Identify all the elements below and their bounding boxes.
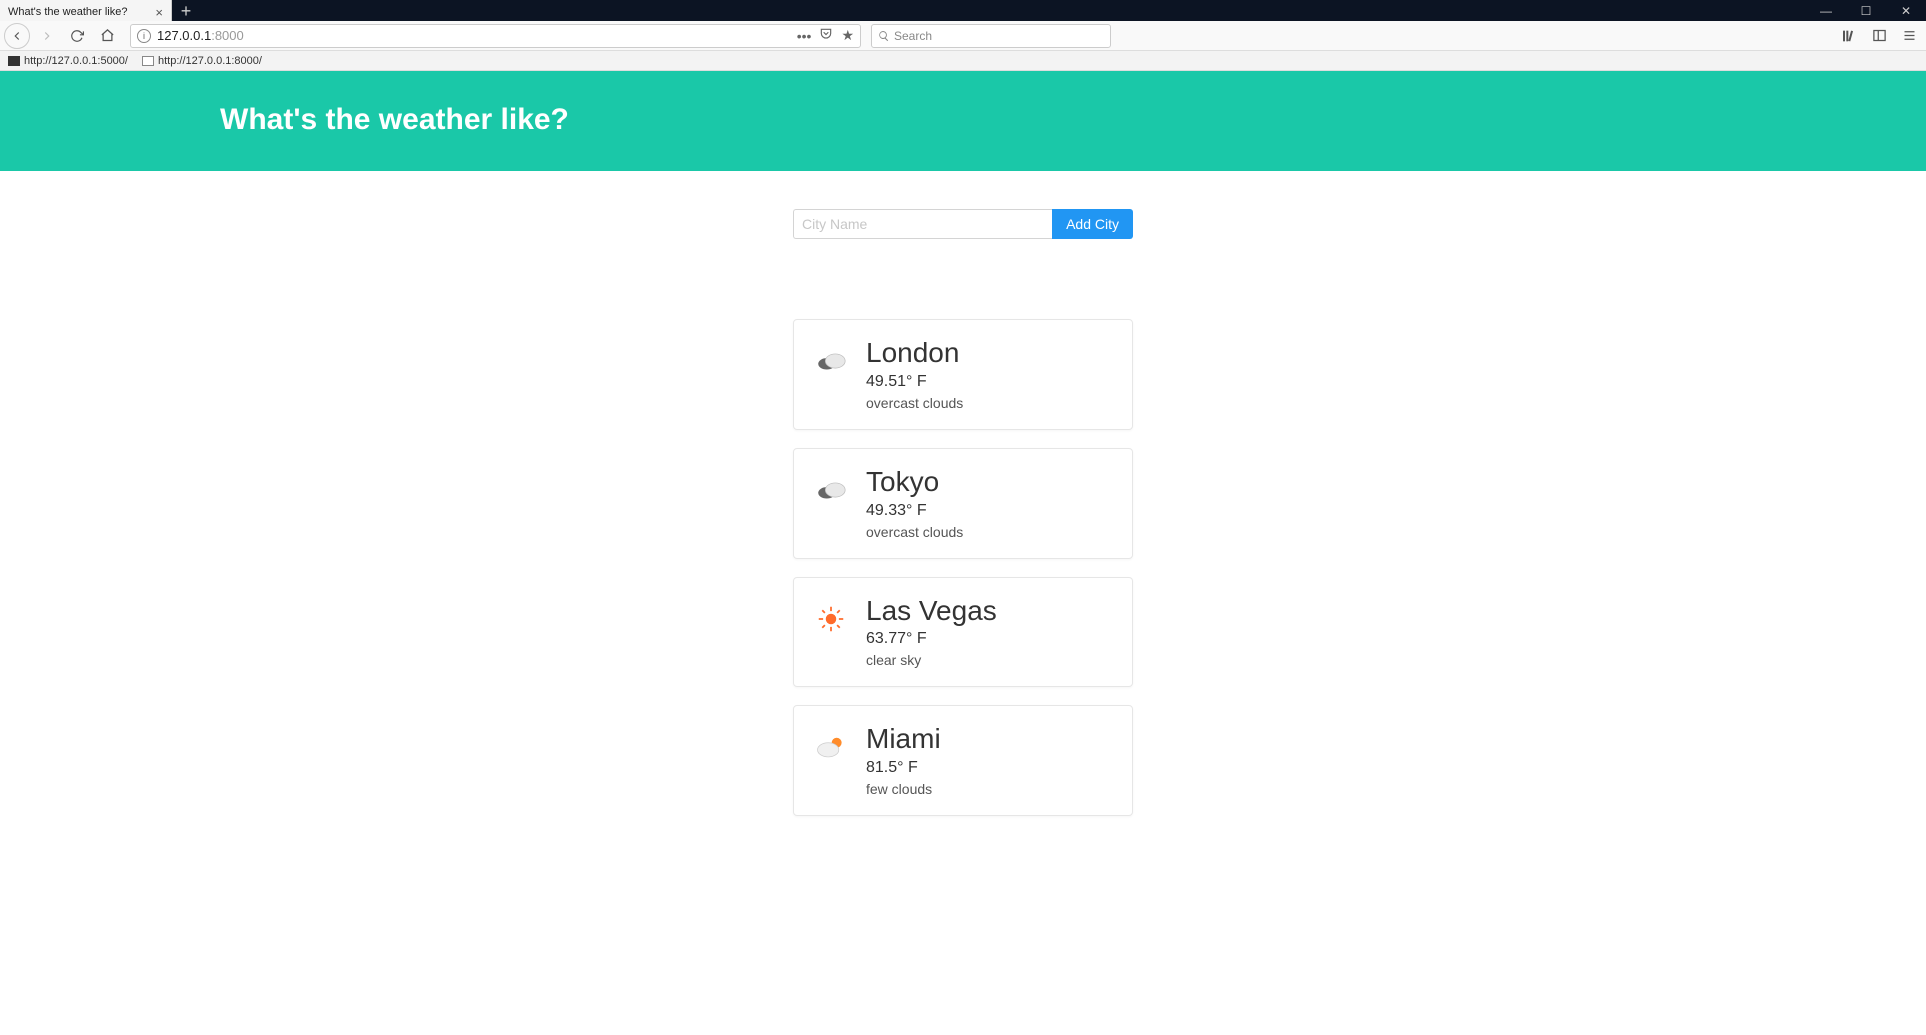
page-viewport[interactable]: What's the weather like? Add City London… (0, 71, 1926, 1035)
bookmark-favicon (142, 56, 154, 66)
add-city-form: Add City (793, 209, 1133, 239)
city-description: overcast clouds (866, 524, 963, 540)
url-bar[interactable]: i 127.0.0.1:8000 ••• ★ (130, 24, 861, 48)
city-name: London (866, 338, 963, 369)
bookmark-star-icon[interactable]: ★ (841, 27, 854, 44)
pocket-icon[interactable] (819, 27, 833, 44)
weather-overcast-icon (814, 473, 848, 507)
new-tab-button[interactable]: + (172, 0, 200, 21)
bookmark-label: http://127.0.0.1:8000/ (158, 55, 262, 67)
city-card: London 49.51° F overcast clouds (793, 319, 1133, 430)
city-name: Las Vegas (866, 596, 997, 627)
search-placeholder: Search (894, 29, 932, 43)
city-card-list: London 49.51° F overcast clouds Tokyo 49… (793, 319, 1133, 816)
bookmark-label: http://127.0.0.1:5000/ (24, 55, 128, 67)
city-description: few clouds (866, 781, 941, 797)
home-button[interactable] (94, 23, 120, 49)
page-title: What's the weather like? (220, 103, 1926, 137)
add-city-button[interactable]: Add City (1052, 209, 1133, 239)
window-controls: — ☐ ✕ (1806, 0, 1926, 21)
url-host: 127.0.0.1 (157, 28, 211, 43)
library-button[interactable] (1836, 23, 1862, 49)
city-temperature: 49.51° F (866, 373, 963, 391)
weather-clear-icon (814, 602, 848, 636)
hero-banner: What's the weather like? (0, 71, 1926, 171)
reload-button[interactable] (64, 23, 90, 49)
weather-overcast-icon (814, 344, 848, 378)
nav-toolbar: i 127.0.0.1:8000 ••• ★ Search (0, 21, 1926, 51)
window-minimize-button[interactable]: — (1806, 0, 1846, 21)
window-maximize-button[interactable]: ☐ (1846, 0, 1886, 21)
city-name-input[interactable] (793, 209, 1052, 239)
menu-button[interactable] (1896, 23, 1922, 49)
window-close-button[interactable]: ✕ (1886, 0, 1926, 21)
browser-search-box[interactable]: Search (871, 24, 1111, 48)
bookmark-favicon (8, 56, 20, 66)
city-temperature: 63.77° F (866, 630, 997, 648)
back-button[interactable] (4, 23, 30, 49)
city-description: clear sky (866, 652, 997, 668)
bookmark-item[interactable]: http://127.0.0.1:5000/ (8, 55, 128, 67)
close-tab-icon[interactable]: × (155, 6, 163, 19)
forward-button[interactable] (34, 23, 60, 49)
bookmark-item[interactable]: http://127.0.0.1:8000/ (142, 55, 262, 67)
city-card: Tokyo 49.33° F overcast clouds (793, 448, 1133, 559)
city-description: overcast clouds (866, 395, 963, 411)
browser-tab[interactable]: What's the weather like? × (0, 0, 172, 21)
city-name: Miami (866, 724, 941, 755)
city-name: Tokyo (866, 467, 963, 498)
page-actions-icon[interactable]: ••• (797, 28, 812, 44)
site-info-icon[interactable]: i (137, 29, 151, 43)
window-titlebar: What's the weather like? × + — ☐ ✕ (0, 0, 1926, 21)
bookmarks-bar: http://127.0.0.1:5000/ http://127.0.0.1:… (0, 51, 1926, 71)
weather-few-clouds-icon (814, 730, 848, 764)
city-card: Las Vegas 63.77° F clear sky (793, 577, 1133, 688)
city-temperature: 81.5° F (866, 759, 941, 777)
tab-title: What's the weather like? (8, 6, 128, 18)
city-temperature: 49.33° F (866, 502, 963, 520)
search-icon (878, 30, 890, 42)
url-port: :8000 (211, 28, 244, 43)
sidebar-button[interactable] (1866, 23, 1892, 49)
city-card: Miami 81.5° F few clouds (793, 705, 1133, 816)
